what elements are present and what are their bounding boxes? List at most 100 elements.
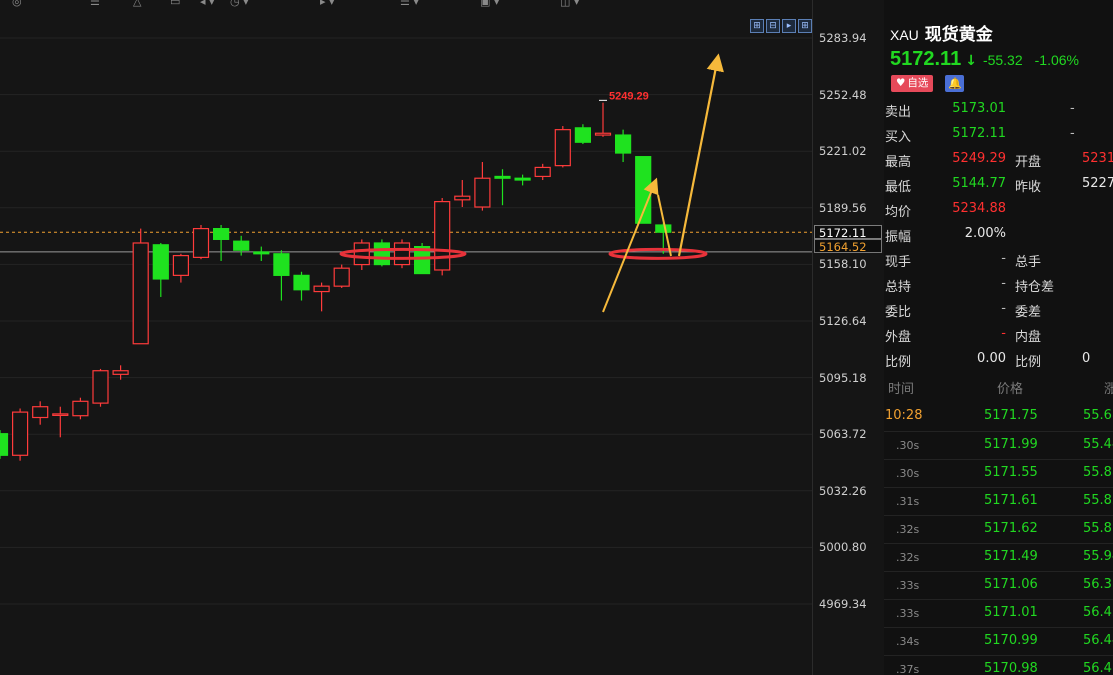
candle[interactable] [434, 198, 451, 276]
candle[interactable] [594, 102, 612, 137]
candle[interactable] [72, 397, 89, 420]
action-buttons: ♥ 自选 🔔 [891, 75, 965, 92]
candle[interactable] [0, 430, 9, 459]
price-axis-label: 5252.48 [819, 87, 867, 102]
quote-label: 卖出 [885, 105, 912, 120]
quote-row: 买入 5172.11 - [884, 126, 1113, 151]
tick-row[interactable]: .32s 5171.49 55.94 [884, 543, 1113, 571]
price-axis-label: 4969.34 [819, 597, 867, 611]
candle-body [333, 267, 350, 287]
tick-row[interactable]: .30s 5171.99 55.44 [884, 431, 1113, 459]
candle[interactable] [393, 239, 411, 269]
tick-change: 56.37 [1083, 577, 1113, 592]
quote-value: 5173.01 [952, 101, 1006, 116]
tick-row[interactable]: .32s 5171.62 55.81 [884, 515, 1113, 543]
price-change: -55.32 [982, 52, 1023, 68]
tick-change: 56.44 [1083, 633, 1113, 648]
toolbar-item[interactable]: ▭ [170, 0, 180, 8]
candle[interactable] [172, 253, 189, 283]
candle-body [474, 177, 491, 208]
quote-value: 5227 [1082, 176, 1113, 191]
quote-label: 比例 [1015, 355, 1042, 370]
toolbar-item[interactable]: ☰ ▾ [400, 0, 419, 8]
toolbar-item[interactable]: ▣ ▾ [480, 0, 499, 8]
candle[interactable] [293, 271, 310, 301]
tick-row[interactable]: .34s 5170.99 56.44 [884, 627, 1113, 655]
tick-change: 56.42 [1083, 605, 1113, 620]
candle[interactable] [52, 406, 69, 438]
candle[interactable] [12, 408, 29, 461]
quote-value: 5234.88 [952, 201, 1006, 216]
candle-body [434, 201, 451, 271]
tick-change: 55.81 [1083, 521, 1113, 536]
tick-row[interactable]: .33s 5171.06 56.37 [884, 571, 1113, 599]
chart-toolbar: ◎ ☰ △ ▭ ◂ ▾ ◷ ▾ ▸ ▾ ☰ ▾ ▣ ▾ ◫ ▾ [0, 0, 812, 12]
candle-body [554, 129, 571, 167]
candle[interactable] [574, 124, 592, 145]
zoom-in-icon[interactable]: ⊞ [750, 19, 764, 33]
candle[interactable] [474, 162, 491, 211]
toolbar-item[interactable]: △ [133, 0, 141, 8]
candle-body [393, 242, 411, 266]
candle-body [594, 132, 612, 136]
toolbar-item[interactable]: ◂ ▾ [200, 0, 215, 8]
quote-label: 总持 [885, 280, 912, 295]
tick-row[interactable]: .31s 5171.61 55.82 [884, 487, 1113, 515]
play-icon[interactable]: ▸ [782, 19, 796, 33]
candle[interactable] [614, 129, 632, 163]
candle[interactable] [333, 264, 350, 288]
favorite-label: 自选 [907, 77, 929, 89]
tick-row[interactable]: 10:28 5171.75 55.68 [884, 403, 1113, 431]
tick-price: 5171.62 [984, 521, 1038, 536]
zoom-out-icon[interactable]: ⊟ [766, 19, 780, 33]
reference-price-tag: 5164.52 [814, 239, 882, 254]
candle[interactable] [32, 401, 49, 425]
candle[interactable] [514, 174, 531, 186]
quote-value: 0.00 [977, 351, 1006, 366]
quote-value: 0 [1082, 351, 1091, 366]
candle[interactable] [373, 239, 390, 267]
quote-value: - [1001, 301, 1006, 316]
quote-row: 比例 0.00 比例 0 [884, 351, 1113, 376]
candle[interactable] [554, 126, 571, 168]
candle[interactable] [192, 224, 210, 260]
tick-change: 55.82 [1083, 493, 1113, 508]
toolbar-item[interactable]: ▸ ▾ [320, 0, 335, 8]
candle[interactable] [494, 169, 511, 206]
candle[interactable] [233, 235, 250, 256]
tick-row[interactable]: .30s 5171.55 55.88 [884, 459, 1113, 487]
candle[interactable] [273, 250, 290, 301]
toolbar-item[interactable]: ◷ ▾ [230, 0, 249, 8]
candle[interactable] [454, 180, 471, 208]
alert-button[interactable]: 🔔 [945, 75, 965, 92]
candle[interactable] [253, 246, 270, 261]
price-axis: 5283.94 5252.48 5221.02 5189.56 5158.10 5126.… [812, 0, 884, 675]
quote-row: 最低 5144.77 昨收 5227 [884, 176, 1113, 201]
grid-icon[interactable]: ⊞ [798, 19, 812, 33]
tick-row[interactable]: .33s 5171.01 56.42 [884, 599, 1113, 627]
quote-label: 持仓差 [1015, 280, 1055, 295]
candle[interactable] [92, 368, 109, 407]
tick-row[interactable]: .37s 5170.98 56.45 [884, 655, 1113, 675]
chart-canvas[interactable]: 5249.29 [0, 0, 812, 675]
add-favorite-button[interactable]: ♥ 自选 [891, 75, 934, 92]
candle[interactable] [353, 239, 370, 270]
toolbar-item[interactable]: ◫ ▾ [560, 0, 579, 8]
candle[interactable] [132, 228, 149, 345]
candle-body [192, 227, 210, 258]
candle-body [574, 127, 592, 143]
candlestick-chart[interactable]: 5249.29 ◎ ☰ △ ▭ ◂ ▾ ◷ ▾ ▸ ▾ ☰ ▾ ▣ ▾ ◫ ▾ ⊞ ⊟ ▸ ⊞ [0, 0, 812, 675]
candle[interactable] [313, 282, 330, 312]
toolbar-item[interactable]: ◎ [12, 0, 22, 8]
quote-label: 内盘 [1015, 330, 1042, 345]
quote-row: 最高 5249.29 开盘 5231 [884, 151, 1113, 176]
toolbar-item[interactable]: ☰ [90, 0, 100, 8]
candle-body [0, 433, 9, 456]
candle[interactable] [534, 163, 551, 181]
candle[interactable] [213, 224, 230, 261]
quote-row: 外盘 - 内盘 [884, 326, 1113, 351]
candle[interactable] [152, 242, 169, 297]
tick-time: .33s [896, 579, 920, 592]
tick-price: 5171.61 [984, 493, 1038, 508]
tick-change: 55.94 [1083, 549, 1113, 564]
